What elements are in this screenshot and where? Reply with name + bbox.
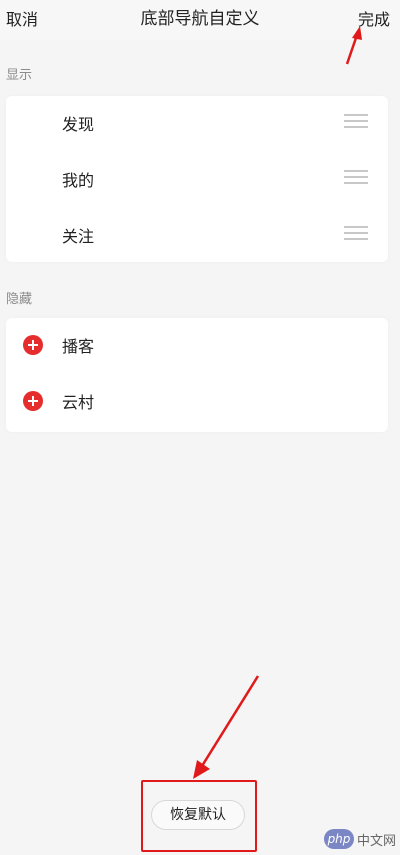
annotation-arrow-icon <box>193 675 260 779</box>
restore-highlight-box: 恢复默认 <box>141 780 257 852</box>
watermark-text: 中文网 <box>356 833 396 849</box>
restore-default-button[interactable]: 恢复默认 <box>151 800 245 830</box>
watermark-logo: php 中文网 <box>323 829 396 849</box>
php-badge: php <box>323 829 354 849</box>
